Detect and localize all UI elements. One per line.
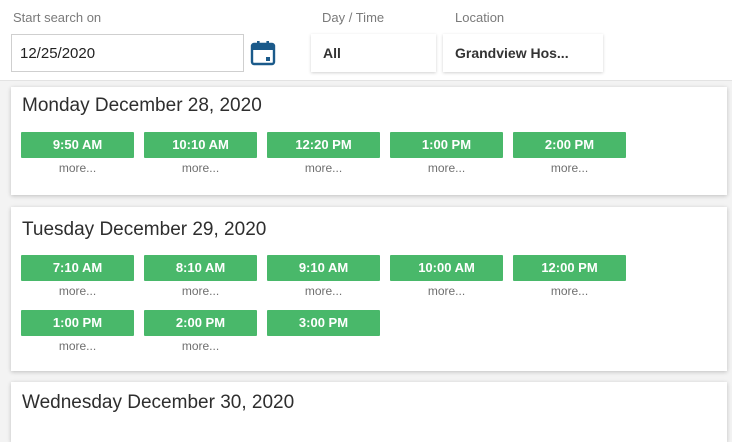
more-link[interactable]: more... <box>144 284 257 298</box>
time-slot-button[interactable]: 10:00 AM <box>390 255 503 281</box>
more-link[interactable]: more... <box>144 161 257 175</box>
time-slot: 1:00 PM more... <box>21 310 134 353</box>
time-slot: 1:00 PM more... <box>390 132 503 175</box>
time-slot: 3:00 PM <box>267 310 380 336</box>
time-slot: 9:50 AM more... <box>21 132 134 175</box>
more-link[interactable]: more... <box>144 339 257 353</box>
time-slot-button[interactable]: 9:10 AM <box>267 255 380 281</box>
more-link[interactable]: more... <box>513 284 626 298</box>
time-slot-button[interactable]: 12:00 PM <box>513 255 626 281</box>
time-slot-button[interactable]: 2:00 PM <box>513 132 626 158</box>
time-slot: 12:20 PM more... <box>267 132 380 175</box>
time-slot: 2:00 PM more... <box>144 310 257 353</box>
time-slot-button[interactable]: 3:00 PM <box>267 310 380 336</box>
location-select[interactable]: Grandview Hos... <box>443 34 603 72</box>
day-card-monday: Monday December 28, 2020 9:50 AM more...… <box>11 87 727 195</box>
time-slot: 2:00 PM more... <box>513 132 626 175</box>
day-time-select[interactable]: All <box>311 34 436 72</box>
time-slot-button[interactable]: 12:20 PM <box>267 132 380 158</box>
location-label: Location <box>455 10 505 25</box>
more-link[interactable]: more... <box>21 161 134 175</box>
time-slot: 7:10 AM more... <box>21 255 134 298</box>
start-date-input[interactable] <box>11 34 244 72</box>
more-link[interactable]: more... <box>513 161 626 175</box>
time-slot-button[interactable]: 8:10 AM <box>144 255 257 281</box>
day-card-wednesday: Wednesday December 30, 2020 <box>11 382 727 442</box>
start-search-label: Start search on <box>13 10 102 25</box>
time-slot: 8:10 AM more... <box>144 255 257 298</box>
time-slot: 12:00 PM more... <box>513 255 626 298</box>
day-title: Monday December 28, 2020 <box>22 95 262 116</box>
time-slot-button[interactable]: 2:00 PM <box>144 310 257 336</box>
day-title: Wednesday December 30, 2020 <box>22 392 295 413</box>
more-link[interactable]: more... <box>390 284 503 298</box>
time-slot-button[interactable]: 1:00 PM <box>21 310 134 336</box>
time-slot: 9:10 AM more... <box>267 255 380 298</box>
day-title: Tuesday December 29, 2020 <box>22 219 267 240</box>
time-slot-button[interactable]: 7:10 AM <box>21 255 134 281</box>
more-link[interactable]: more... <box>390 161 503 175</box>
time-slot-button[interactable]: 9:50 AM <box>21 132 134 158</box>
day-time-label: Day / Time <box>322 10 385 25</box>
more-link[interactable]: more... <box>267 284 380 298</box>
search-filters: Start search on Day / Time All Location … <box>0 0 732 81</box>
calendar-icon[interactable] <box>250 40 276 66</box>
time-slot: 10:00 AM more... <box>390 255 503 298</box>
more-link[interactable]: more... <box>267 161 380 175</box>
time-slot: 10:10 AM more... <box>144 132 257 175</box>
day-card-tuesday: Tuesday December 29, 2020 7:10 AM more..… <box>11 207 727 371</box>
time-slot-button[interactable]: 1:00 PM <box>390 132 503 158</box>
more-link[interactable]: more... <box>21 284 134 298</box>
more-link[interactable]: more... <box>21 339 134 353</box>
time-slot-button[interactable]: 10:10 AM <box>144 132 257 158</box>
